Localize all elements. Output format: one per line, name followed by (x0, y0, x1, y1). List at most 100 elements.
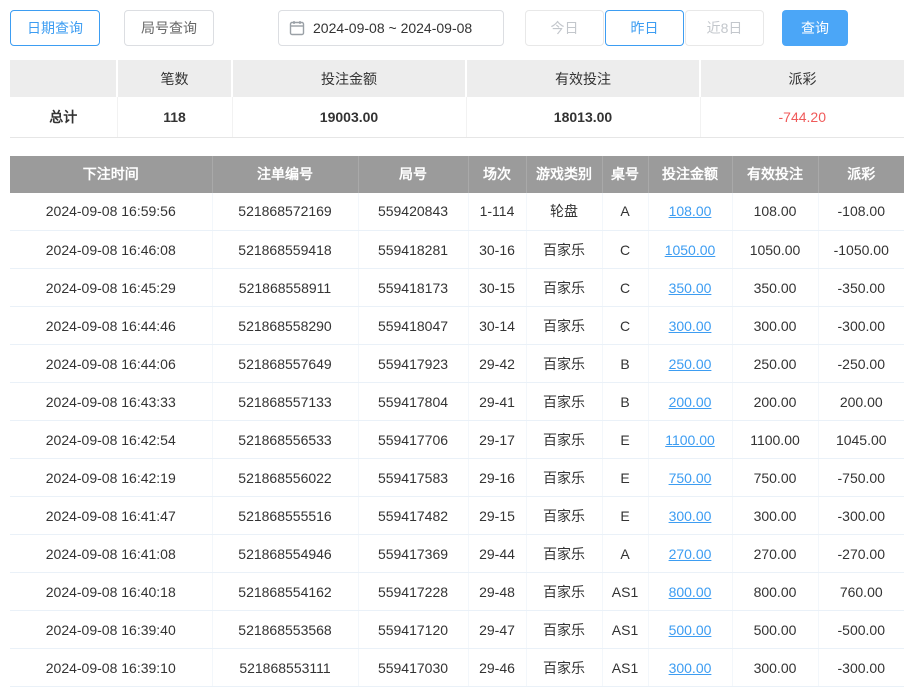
session: 29-42 (468, 345, 526, 383)
game-type: 百家乐 (526, 231, 602, 269)
bet-id: 521868558911 (212, 269, 358, 307)
valid-bet: 500.00 (732, 611, 818, 649)
valid-bet: 270.00 (732, 535, 818, 573)
bet-id: 521868554946 (212, 535, 358, 573)
bet-time: 2024-09-08 16:42:54 (10, 421, 212, 459)
today-button[interactable]: 今日 (525, 10, 604, 46)
summary-total-label: 总计 (10, 97, 117, 137)
bet-amount-cell: 300.00 (648, 307, 732, 345)
payout: 1045.00 (818, 421, 904, 459)
bet-table-header-row: 下注时间 注单编号 局号 场次 游戏类别 桌号 投注金额 有效投注 派彩 (10, 156, 904, 193)
last8days-button[interactable]: 近8日 (685, 10, 764, 46)
bet-id: 521868559418 (212, 231, 358, 269)
table-code: A (602, 535, 648, 573)
bet-id: 521868558290 (212, 307, 358, 345)
bet-id: 521868553111 (212, 649, 358, 687)
game-type: 百家乐 (526, 459, 602, 497)
toolbar: 日期查询 局号查询 2024-09-08 ~ 2024-09-08 今日 昨日 … (10, 10, 904, 46)
bet-amount-link[interactable]: 300.00 (669, 508, 712, 524)
bet-amount-cell: 300.00 (648, 649, 732, 687)
summary-header-bet-amount: 投注金额 (232, 60, 466, 97)
bet-amount-cell: 300.00 (648, 497, 732, 535)
summary-header-payout: 派彩 (700, 60, 904, 97)
date-range-value: 2024-09-08 ~ 2024-09-08 (313, 20, 472, 36)
bet-amount-link[interactable]: 300.00 (669, 318, 712, 334)
table-code: C (602, 231, 648, 269)
bet-time: 2024-09-08 16:59:56 (10, 193, 212, 231)
bet-amount-cell: 1100.00 (648, 421, 732, 459)
round-query-button[interactable]: 局号查询 (124, 10, 214, 46)
bet-amount-link[interactable]: 108.00 (669, 203, 712, 219)
round-id: 559417030 (358, 649, 468, 687)
table-row: 2024-09-08 16:46:08 521868559418 5594182… (10, 231, 904, 269)
page: 日期查询 局号查询 2024-09-08 ~ 2024-09-08 今日 昨日 … (0, 0, 914, 697)
round-id: 559417706 (358, 421, 468, 459)
valid-bet: 300.00 (732, 497, 818, 535)
game-type: 百家乐 (526, 269, 602, 307)
header-bet-amount: 投注金额 (648, 156, 732, 193)
game-type: 百家乐 (526, 345, 602, 383)
bet-amount-link[interactable]: 250.00 (669, 356, 712, 372)
round-id: 559417120 (358, 611, 468, 649)
table-row: 2024-09-08 16:44:06 521868557649 5594179… (10, 345, 904, 383)
bet-amount-cell: 250.00 (648, 345, 732, 383)
game-type: 百家乐 (526, 535, 602, 573)
table-code: A (602, 193, 648, 231)
game-type: 百家乐 (526, 573, 602, 611)
bet-table-body: 2024-09-08 16:59:56 521868572169 5594208… (10, 193, 904, 687)
yesterday-button[interactable]: 昨日 (605, 10, 684, 46)
quick-date-group: 今日 昨日 近8日 (524, 10, 764, 46)
bet-amount-link[interactable]: 350.00 (669, 280, 712, 296)
session: 30-14 (468, 307, 526, 345)
bet-amount-link[interactable]: 800.00 (669, 584, 712, 600)
game-type: 百家乐 (526, 611, 602, 649)
payout: -500.00 (818, 611, 904, 649)
table-code: C (602, 307, 648, 345)
round-id: 559417583 (358, 459, 468, 497)
valid-bet: 250.00 (732, 345, 818, 383)
bet-amount-link[interactable]: 1100.00 (665, 432, 715, 448)
bet-amount-cell: 200.00 (648, 383, 732, 421)
session: 29-41 (468, 383, 526, 421)
date-range-input[interactable]: 2024-09-08 ~ 2024-09-08 (278, 10, 504, 46)
game-type: 百家乐 (526, 649, 602, 687)
table-row: 2024-09-08 16:44:46 521868558290 5594180… (10, 307, 904, 345)
summary-header-count: 笔数 (117, 60, 232, 97)
payout: -1050.00 (818, 231, 904, 269)
payout: -300.00 (818, 649, 904, 687)
bet-time: 2024-09-08 16:41:47 (10, 497, 212, 535)
summary-header-empty (10, 60, 117, 97)
game-type: 百家乐 (526, 383, 602, 421)
session: 30-16 (468, 231, 526, 269)
bet-time: 2024-09-08 16:41:08 (10, 535, 212, 573)
bet-id: 521868556533 (212, 421, 358, 459)
bet-time: 2024-09-08 16:46:08 (10, 231, 212, 269)
payout: -270.00 (818, 535, 904, 573)
bet-amount-link[interactable]: 270.00 (669, 546, 712, 562)
bet-amount-link[interactable]: 1050.00 (665, 242, 716, 258)
table-row: 2024-09-08 16:39:10 521868553111 5594170… (10, 649, 904, 687)
bet-amount-link[interactable]: 200.00 (669, 394, 712, 410)
table-code: AS1 (602, 611, 648, 649)
game-type: 百家乐 (526, 497, 602, 535)
bet-amount-link[interactable]: 500.00 (669, 622, 712, 638)
bet-amount-cell: 500.00 (648, 611, 732, 649)
table-code: E (602, 421, 648, 459)
round-id: 559418281 (358, 231, 468, 269)
date-query-button[interactable]: 日期查询 (10, 10, 100, 46)
bet-amount-link[interactable]: 300.00 (669, 660, 712, 676)
game-type: 百家乐 (526, 421, 602, 459)
bet-amount-link[interactable]: 750.00 (669, 470, 712, 486)
round-id: 559417369 (358, 535, 468, 573)
payout: -750.00 (818, 459, 904, 497)
summary-header-row: 笔数 投注金额 有效投注 派彩 (10, 60, 904, 97)
header-bet-id: 注单编号 (212, 156, 358, 193)
game-type: 轮盘 (526, 193, 602, 231)
round-id: 559417228 (358, 573, 468, 611)
summary-header-valid-bet: 有效投注 (466, 60, 700, 97)
summary-count: 118 (117, 97, 232, 137)
table-row: 2024-09-08 16:40:18 521868554162 5594172… (10, 573, 904, 611)
round-id: 559418047 (358, 307, 468, 345)
search-button[interactable]: 查询 (782, 10, 848, 46)
valid-bet: 108.00 (732, 193, 818, 231)
